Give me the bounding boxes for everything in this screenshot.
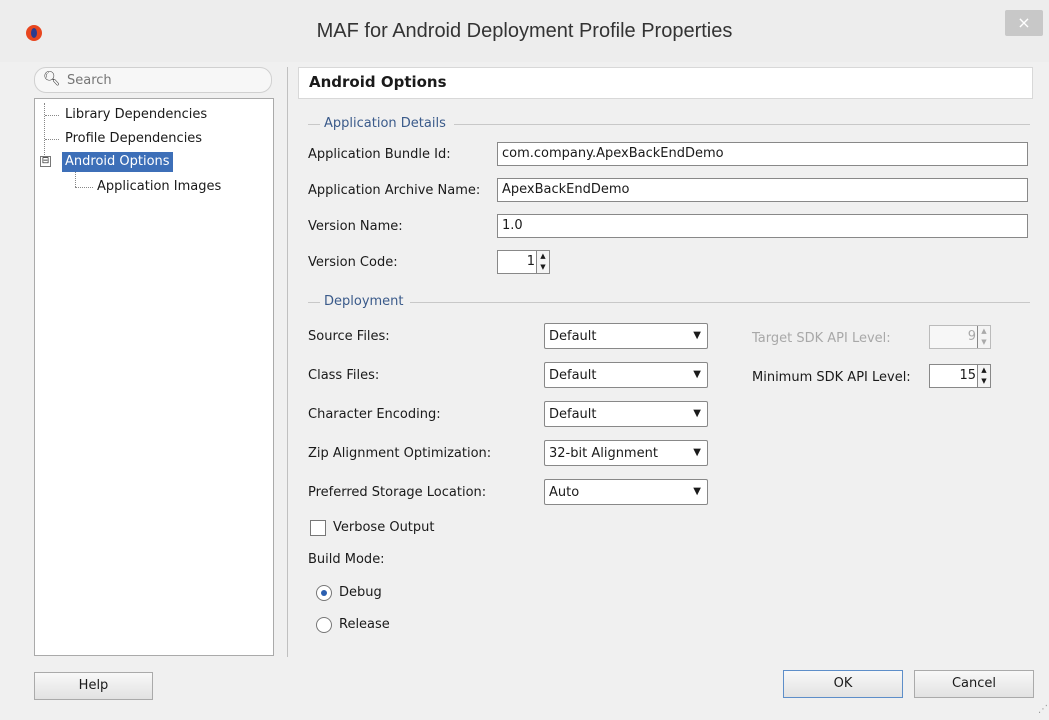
cancel-button[interactable]: Cancel [914,670,1034,698]
window-title: MAF for Android Deployment Profile Prope… [316,20,733,42]
version-code-label: Version Code: [308,255,398,270]
zip-alignment-value: 32-bit Alignment [549,446,658,461]
title-bar: MAF for Android Deployment Profile Prope… [0,0,1049,62]
search-box[interactable]: 🔍︎ [34,67,272,93]
resize-grip-icon[interactable]: ⋰ [1038,704,1048,715]
navigation-tree: Library Dependencies Profile Dependencie… [34,98,274,656]
help-button[interactable]: Help [34,672,153,700]
minimum-sdk-value: 15 [959,368,976,383]
archive-name-field[interactable]: ApexBackEndDemo [497,178,1028,202]
tree-item-library-dependencies[interactable]: Library Dependencies [65,105,207,125]
deployment-label: Deployment [324,294,404,309]
target-sdk-label: Target SDK API Level: [752,331,891,346]
dropdown-arrow-icon: ▼ [693,486,701,497]
spinner-arrows-icon[interactable]: ▲ ▼ [977,365,990,387]
application-details-label: Application Details [324,116,446,131]
dropdown-arrow-icon: ▼ [693,408,701,419]
release-radio[interactable] [316,617,332,633]
tree-item-android-options[interactable]: Android Options [62,152,173,172]
version-code-spinner[interactable]: 1 ▲ ▼ [497,250,550,274]
search-input[interactable] [65,70,259,90]
dropdown-arrow-icon: ▼ [693,330,701,341]
storage-location-label: Preferred Storage Location: [308,485,487,500]
source-files-label: Source Files: [308,329,390,344]
group-separator [454,124,1030,125]
minimum-sdk-label: Minimum SDK API Level: [752,370,911,385]
bundle-id-field[interactable]: com.company.ApexBackEndDemo [497,142,1028,166]
bundle-id-label: Application Bundle Id: [308,147,451,162]
group-separator [308,124,320,125]
close-button[interactable]: × [1005,10,1043,36]
character-encoding-label: Character Encoding: [308,407,441,422]
storage-location-dropdown[interactable]: Auto ▼ [544,479,708,505]
zip-alignment-dropdown[interactable]: 32-bit Alignment ▼ [544,440,708,466]
tree-item-application-images[interactable]: Application Images [97,177,221,197]
section-title: Android Options [309,73,447,91]
character-encoding-value: Default [549,407,597,422]
release-label: Release [339,617,390,632]
spinner-arrows-icon[interactable]: ▲ ▼ [536,251,549,273]
collapse-icon[interactable]: ⊟ [40,156,51,167]
build-mode-label: Build Mode: [308,552,385,567]
pane-splitter[interactable] [287,67,288,657]
source-files-dropdown[interactable]: Default ▼ [544,323,708,349]
version-name-field[interactable]: 1.0 [497,214,1028,238]
archive-name-label: Application Archive Name: [308,183,481,198]
verbose-output-checkbox[interactable] [310,520,326,536]
group-separator [410,302,1030,303]
zip-alignment-label: Zip Alignment Optimization: [308,446,492,461]
tree-connector [75,171,76,187]
class-files-label: Class Files: [308,368,380,383]
class-files-dropdown[interactable]: Default ▼ [544,362,708,388]
tree-connector [75,187,93,188]
debug-label: Debug [339,585,382,600]
target-sdk-spinner: 9 ▲ ▼ [929,325,991,349]
tree-connector [45,139,59,140]
character-encoding-dropdown[interactable]: Default ▼ [544,401,708,427]
version-code-value: 1 [526,254,535,269]
dropdown-arrow-icon: ▼ [693,369,701,380]
tree-item-profile-dependencies[interactable]: Profile Dependencies [65,129,202,149]
tree-connector [44,103,45,157]
version-name-label: Version Name: [308,219,403,234]
search-icon: 🔍︎ [43,71,61,87]
group-separator [308,302,320,303]
spinner-arrows-icon: ▲ ▼ [977,326,990,348]
target-sdk-value: 9 [967,329,976,344]
class-files-value: Default [549,368,597,383]
tree-connector [45,115,59,116]
dropdown-arrow-icon: ▼ [693,447,701,458]
section-header: Android Options [298,67,1033,99]
minimum-sdk-spinner[interactable]: 15 ▲ ▼ [929,364,991,388]
ok-button[interactable]: OK [783,670,903,698]
verbose-output-label: Verbose Output [333,520,435,535]
source-files-value: Default [549,329,597,344]
debug-radio[interactable] [316,585,332,601]
storage-location-value: Auto [549,485,580,500]
